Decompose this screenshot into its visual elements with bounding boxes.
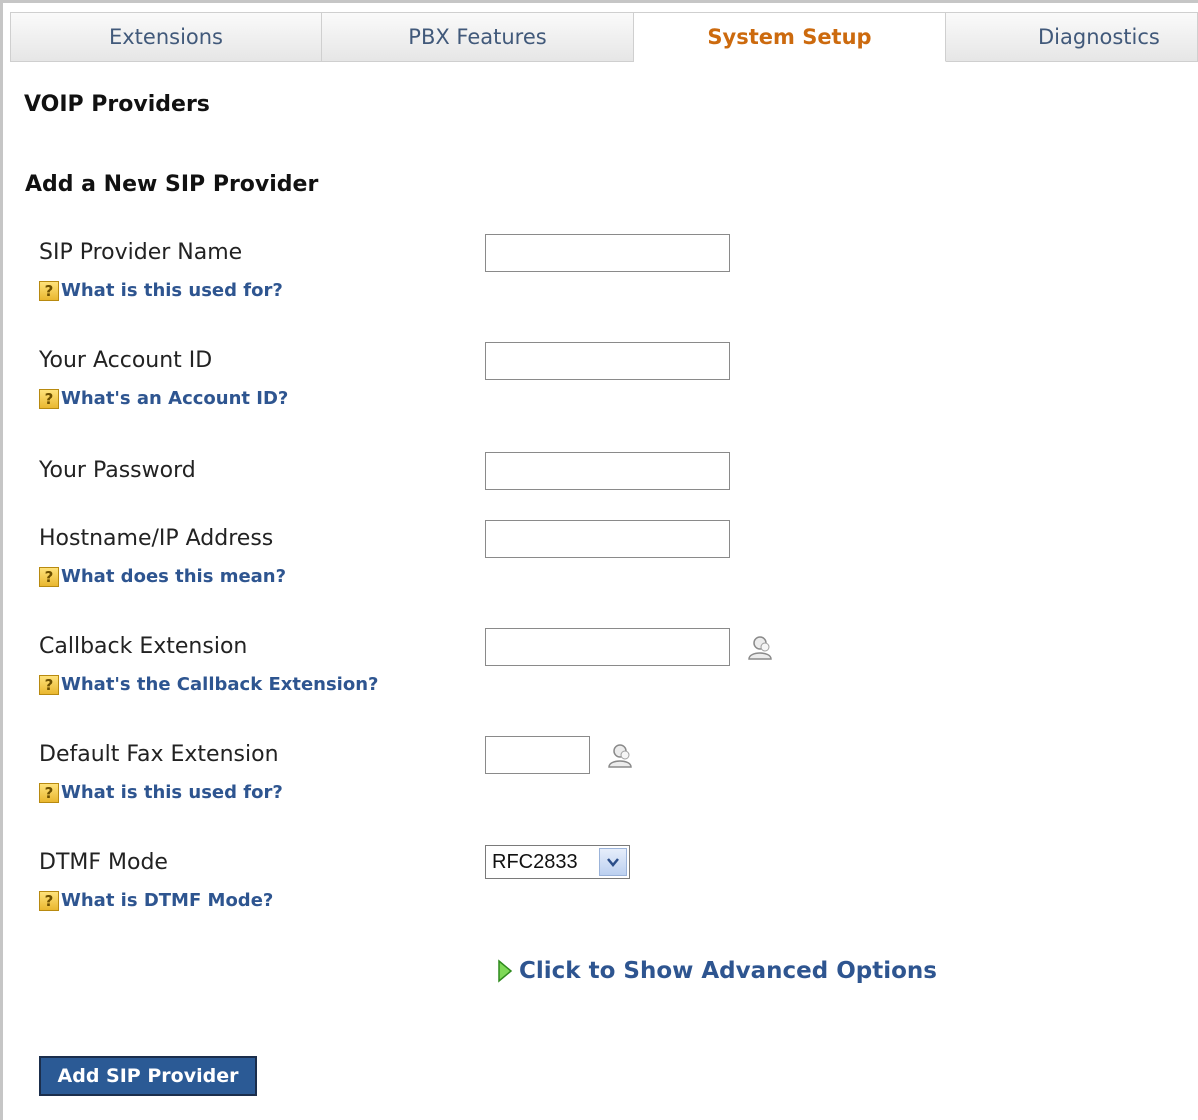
question-mark-icon: ? xyxy=(39,890,59,911)
hostname-help-link[interactable]: ? What does this mean? xyxy=(39,566,286,587)
section-title: Add a New SIP Provider xyxy=(25,172,319,197)
help-link-text: What is this used for? xyxy=(61,280,283,301)
help-link-text: What's the Callback Extension? xyxy=(61,674,379,695)
page-frame xyxy=(0,0,1198,1120)
account-id-label: Your Account ID xyxy=(39,348,213,373)
dtmf-mode-help-link[interactable]: ? What is DTMF Mode? xyxy=(39,890,273,911)
tab-diagnostics[interactable]: Diagnostics xyxy=(946,12,1198,62)
help-link-text: What's an Account ID? xyxy=(61,388,289,409)
account-id-input[interactable] xyxy=(485,342,730,380)
add-sip-provider-button[interactable]: Add SIP Provider xyxy=(39,1056,257,1096)
callback-extension-input[interactable] xyxy=(485,628,730,666)
advanced-options-link[interactable]: Click to Show Advanced Options xyxy=(497,958,937,984)
question-mark-icon: ? xyxy=(39,388,59,409)
provider-name-input[interactable] xyxy=(485,234,730,272)
tab-bar: Extensions PBX Features System Setup Dia… xyxy=(10,12,1198,62)
fax-extension-input[interactable] xyxy=(485,736,590,774)
help-link-text: What is DTMF Mode? xyxy=(61,890,274,911)
user-icon[interactable] xyxy=(746,634,774,662)
dtmf-mode-label: DTMF Mode xyxy=(39,850,168,875)
password-label: Your Password xyxy=(39,458,196,483)
advanced-options-text: Click to Show Advanced Options xyxy=(519,958,937,984)
page-title: VOIP Providers xyxy=(24,92,210,117)
fax-extension-help-link[interactable]: ? What is this used for? xyxy=(39,782,283,803)
chevron-down-icon[interactable] xyxy=(599,848,627,876)
fax-extension-label: Default Fax Extension xyxy=(39,742,279,767)
dtmf-mode-select[interactable]: RFC2833 xyxy=(485,845,630,879)
user-icon[interactable] xyxy=(606,742,634,770)
dtmf-mode-value: RFC2833 xyxy=(492,850,578,873)
help-link-text: What is this used for? xyxy=(61,782,283,803)
account-id-help-link[interactable]: ? What's an Account ID? xyxy=(39,388,288,409)
question-mark-icon: ? xyxy=(39,566,59,587)
question-mark-icon: ? xyxy=(39,782,59,803)
provider-name-label: SIP Provider Name xyxy=(39,240,243,265)
provider-name-help-link[interactable]: ? What is this used for? xyxy=(39,280,283,301)
password-input[interactable] xyxy=(485,452,730,490)
triangle-right-icon xyxy=(498,959,513,983)
callback-extension-label: Callback Extension xyxy=(39,634,248,659)
question-mark-icon: ? xyxy=(39,280,59,301)
hostname-input[interactable] xyxy=(485,520,730,558)
tab-pbx-features[interactable]: PBX Features xyxy=(322,12,634,62)
help-link-text: What does this mean? xyxy=(61,566,287,587)
hostname-label: Hostname/IP Address xyxy=(39,526,274,551)
tab-system-setup[interactable]: System Setup xyxy=(634,12,946,62)
question-mark-icon: ? xyxy=(39,674,59,695)
tab-extensions[interactable]: Extensions xyxy=(10,12,322,62)
callback-extension-help-link[interactable]: ? What's the Callback Extension? xyxy=(39,674,378,695)
